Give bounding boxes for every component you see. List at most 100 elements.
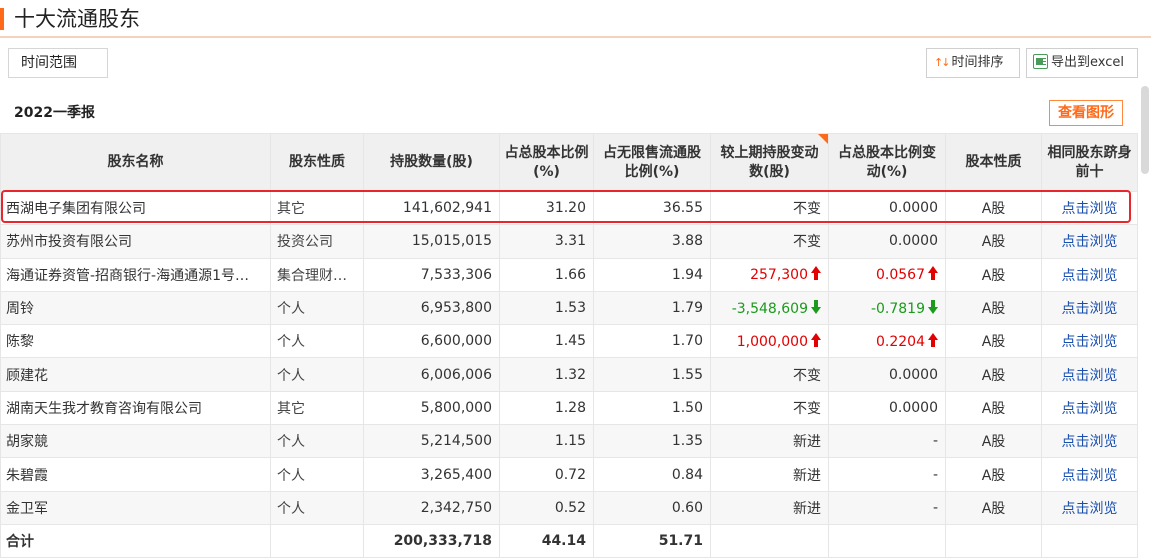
column-header-2[interactable]: 持股数量(股) bbox=[363, 133, 500, 192]
ratio-change-cell: - bbox=[828, 490, 946, 525]
pct-total-cell: 1.32 bbox=[499, 357, 594, 392]
change-value: - bbox=[932, 433, 938, 450]
empty-cell bbox=[828, 523, 946, 559]
browse-link[interactable]: 点击浏览 bbox=[1041, 324, 1138, 359]
arrow-up-icon bbox=[928, 332, 938, 348]
change-value: 新进 bbox=[793, 434, 821, 451]
table-row: 海通证券资管-招商银行-海通通源1号… 集合理财… 7,533,306 1.66 1.9… bbox=[0, 257, 1138, 292]
holder-name-cell: 海通证券资管-招商银行-海通通源1号… bbox=[0, 257, 271, 292]
change-value: 0.0567 bbox=[876, 267, 925, 284]
browse-link[interactable]: 点击浏览 bbox=[1041, 390, 1138, 426]
pct-float-cell: 1.70 bbox=[593, 324, 711, 359]
table-row: 湖南天生我才教育咨询有限公司 其它 5,800,000 1.28 1.50 不变 0.000… bbox=[0, 390, 1138, 426]
ratio-change-cell: 0.0000 bbox=[828, 224, 946, 259]
column-header-0[interactable]: 股东名称 bbox=[0, 133, 271, 192]
column-header-6[interactable]: 占总股本比例变动(%) bbox=[828, 133, 946, 192]
table-row: 西湖电子集团有限公司 其它 141,602,941 31.20 36.55 不变 0.000… bbox=[0, 190, 1138, 226]
arrow-up-icon bbox=[928, 266, 938, 281]
share-type-cell: A股 bbox=[945, 257, 1042, 292]
holder-name-cell: 顾建花 bbox=[0, 357, 271, 392]
holder-nature-cell: 其它 bbox=[270, 190, 364, 226]
holding-change-cell: 不变 bbox=[710, 190, 829, 226]
holder-nature-cell: 个人 bbox=[270, 290, 364, 326]
export-excel-button[interactable]: 导出到excel bbox=[1026, 48, 1138, 78]
holder-nature-cell: 集合理财… bbox=[270, 257, 364, 292]
pct-float-cell: 1.35 bbox=[593, 424, 711, 459]
holding-change-cell: 不变 bbox=[710, 357, 829, 392]
pct-float-cell: 1.79 bbox=[593, 290, 711, 326]
arrow-up-icon bbox=[811, 266, 821, 281]
arrow-down-icon bbox=[811, 299, 821, 315]
change-value: 新进 bbox=[793, 500, 821, 517]
column-header-5[interactable]: 较上期持股变动数(股) bbox=[710, 133, 829, 192]
column-header-8[interactable]: 相同股东跻身前十 bbox=[1041, 133, 1138, 192]
change-value: 新进 bbox=[793, 467, 821, 484]
browse-link[interactable]: 点击浏览 bbox=[1041, 357, 1138, 392]
browse-link[interactable]: 点击浏览 bbox=[1041, 224, 1138, 259]
ratio-change-cell: -0.7819 bbox=[828, 290, 946, 326]
browse-link[interactable]: 点击浏览 bbox=[1041, 457, 1138, 492]
browse-link[interactable]: 点击浏览 bbox=[1041, 490, 1138, 525]
ratio-change-cell: 0.0000 bbox=[828, 390, 946, 426]
change-value: 0.0000 bbox=[889, 366, 938, 383]
shares-cell: 15,015,015 bbox=[363, 224, 500, 259]
column-header-1[interactable]: 股东性质 bbox=[270, 133, 364, 192]
pct-float-cell: 36.55 bbox=[593, 190, 711, 226]
shares-cell: 7,533,306 bbox=[363, 257, 500, 292]
change-value: -0.7819 bbox=[870, 300, 925, 317]
pct-total-cell: 1.53 bbox=[499, 290, 594, 326]
pct-float-cell: 3.88 bbox=[593, 224, 711, 259]
pct-float-cell: 0.60 bbox=[593, 490, 711, 525]
time-range-button[interactable]: 时间范围 bbox=[8, 48, 108, 78]
ratio-change-cell: - bbox=[828, 457, 946, 492]
time-sort-label: 时间排序 bbox=[951, 55, 1004, 70]
arrow-up-icon bbox=[811, 332, 821, 348]
view-chart-button[interactable]: 查看图形 bbox=[1049, 100, 1123, 126]
share-type-cell: A股 bbox=[945, 490, 1042, 525]
column-header-3[interactable]: 占总股本比例(%) bbox=[499, 133, 594, 192]
scrollbar-thumb[interactable] bbox=[1141, 86, 1149, 174]
table-row: 苏州市投资有限公司 投资公司 15,015,015 3.31 3.88 不变 0.0000 A… bbox=[0, 224, 1138, 259]
holder-nature-cell: 个人 bbox=[270, 324, 364, 359]
time-sort-button[interactable]: ↑↓ 时间排序 bbox=[926, 48, 1020, 78]
holding-change-cell: 新进 bbox=[710, 424, 829, 459]
pct-total-cell: 1.28 bbox=[499, 390, 594, 426]
total-shares-cell: 200,333,718 bbox=[363, 523, 500, 559]
change-value: -3,548,609 bbox=[731, 300, 808, 317]
change-value: 0.2204 bbox=[876, 333, 925, 350]
browse-link[interactable]: 点击浏览 bbox=[1041, 257, 1138, 292]
holding-change-cell: 不变 bbox=[710, 224, 829, 259]
browse-link[interactable]: 点击浏览 bbox=[1041, 290, 1138, 326]
browse-link[interactable]: 点击浏览 bbox=[1041, 190, 1138, 226]
holding-change-cell: 1,000,000 bbox=[710, 324, 829, 359]
pct-total-cell: 0.72 bbox=[499, 457, 594, 492]
empty-cell bbox=[710, 523, 829, 559]
change-value: 1,000,000 bbox=[736, 333, 808, 350]
change-value: - bbox=[932, 466, 938, 483]
browse-link[interactable]: 点击浏览 bbox=[1041, 424, 1138, 459]
shares-cell: 6,953,800 bbox=[363, 290, 500, 326]
report-period: 2022一季报 bbox=[14, 105, 95, 121]
holder-name-cell: 苏州市投资有限公司 bbox=[0, 224, 271, 259]
holder-nature-cell: 个人 bbox=[270, 490, 364, 525]
share-type-cell: A股 bbox=[945, 357, 1042, 392]
pct-total-cell: 3.31 bbox=[499, 224, 594, 259]
change-value: - bbox=[932, 499, 938, 516]
table-row: 朱碧霞 个人 3,265,400 0.72 0.84 新进 - A股 点击浏览 bbox=[0, 457, 1138, 492]
title-accent-bar bbox=[0, 8, 4, 30]
empty-cell bbox=[270, 523, 364, 559]
pct-float-cell: 0.84 bbox=[593, 457, 711, 492]
holder-nature-cell: 投资公司 bbox=[270, 224, 364, 259]
export-excel-label: 导出到excel bbox=[1051, 55, 1124, 70]
holding-change-cell: 257,300 bbox=[710, 257, 829, 292]
title-bar: 十大流通股东 bbox=[0, 0, 1151, 38]
pct-float-cell: 1.50 bbox=[593, 390, 711, 426]
table-row: 周铃 个人 6,953,800 1.53 1.79 -3,548,609 -0.7819 A股… bbox=[0, 290, 1138, 326]
column-header-4[interactable]: 占无限售流通股比例(%) bbox=[593, 133, 711, 192]
column-header-7[interactable]: 股本性质 bbox=[945, 133, 1042, 192]
vertical-scrollbar[interactable] bbox=[1141, 86, 1149, 556]
holder-name-cell: 陈黎 bbox=[0, 324, 271, 359]
holding-change-cell: 新进 bbox=[710, 490, 829, 525]
holding-change-cell: 不变 bbox=[710, 390, 829, 426]
shares-cell: 6,600,000 bbox=[363, 324, 500, 359]
